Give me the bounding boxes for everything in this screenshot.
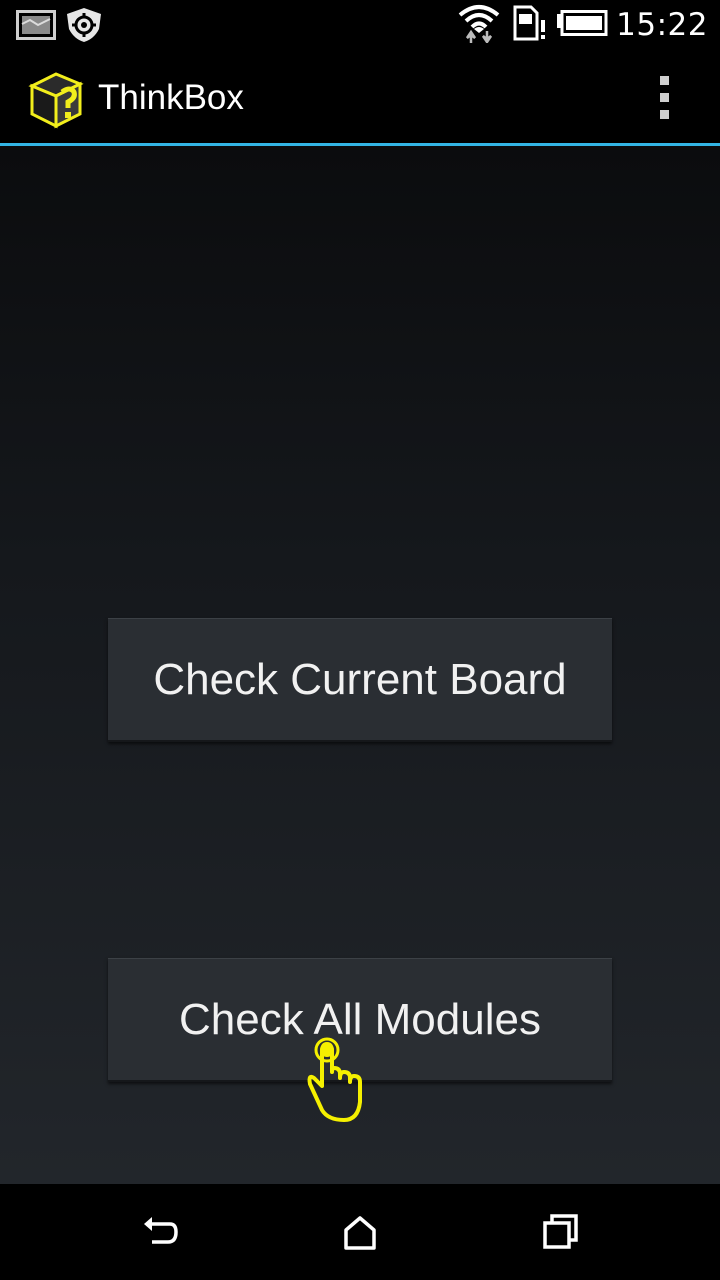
status-time: 15:22 (616, 7, 708, 43)
home-icon[interactable] (340, 1212, 380, 1256)
navigation-bar (0, 1184, 720, 1280)
recents-icon[interactable] (540, 1212, 580, 1256)
overflow-menu-icon[interactable] (640, 72, 688, 122)
sim-card-icon (512, 5, 548, 45)
status-icons: 15:22 (458, 0, 720, 50)
app-title: ThinkBox (98, 78, 244, 117)
battery-icon (556, 10, 608, 40)
settings-shield-icon (64, 7, 104, 47)
overflow-dot (659, 92, 669, 102)
screenshot-icon (16, 10, 56, 44)
wifi-icon (458, 3, 500, 47)
back-icon[interactable] (140, 1212, 180, 1256)
overflow-dot (659, 109, 669, 119)
main-content: Check Current Board Check All Modules (0, 146, 720, 1184)
status-bar: 15:22 (0, 0, 720, 50)
overflow-dot (659, 75, 669, 85)
action-bar: ThinkBox (0, 50, 720, 143)
check-current-board-button[interactable]: Check Current Board (108, 618, 612, 742)
touch-pointer-icon (300, 1030, 370, 1134)
thinkbox-logo-icon[interactable] (26, 70, 84, 134)
